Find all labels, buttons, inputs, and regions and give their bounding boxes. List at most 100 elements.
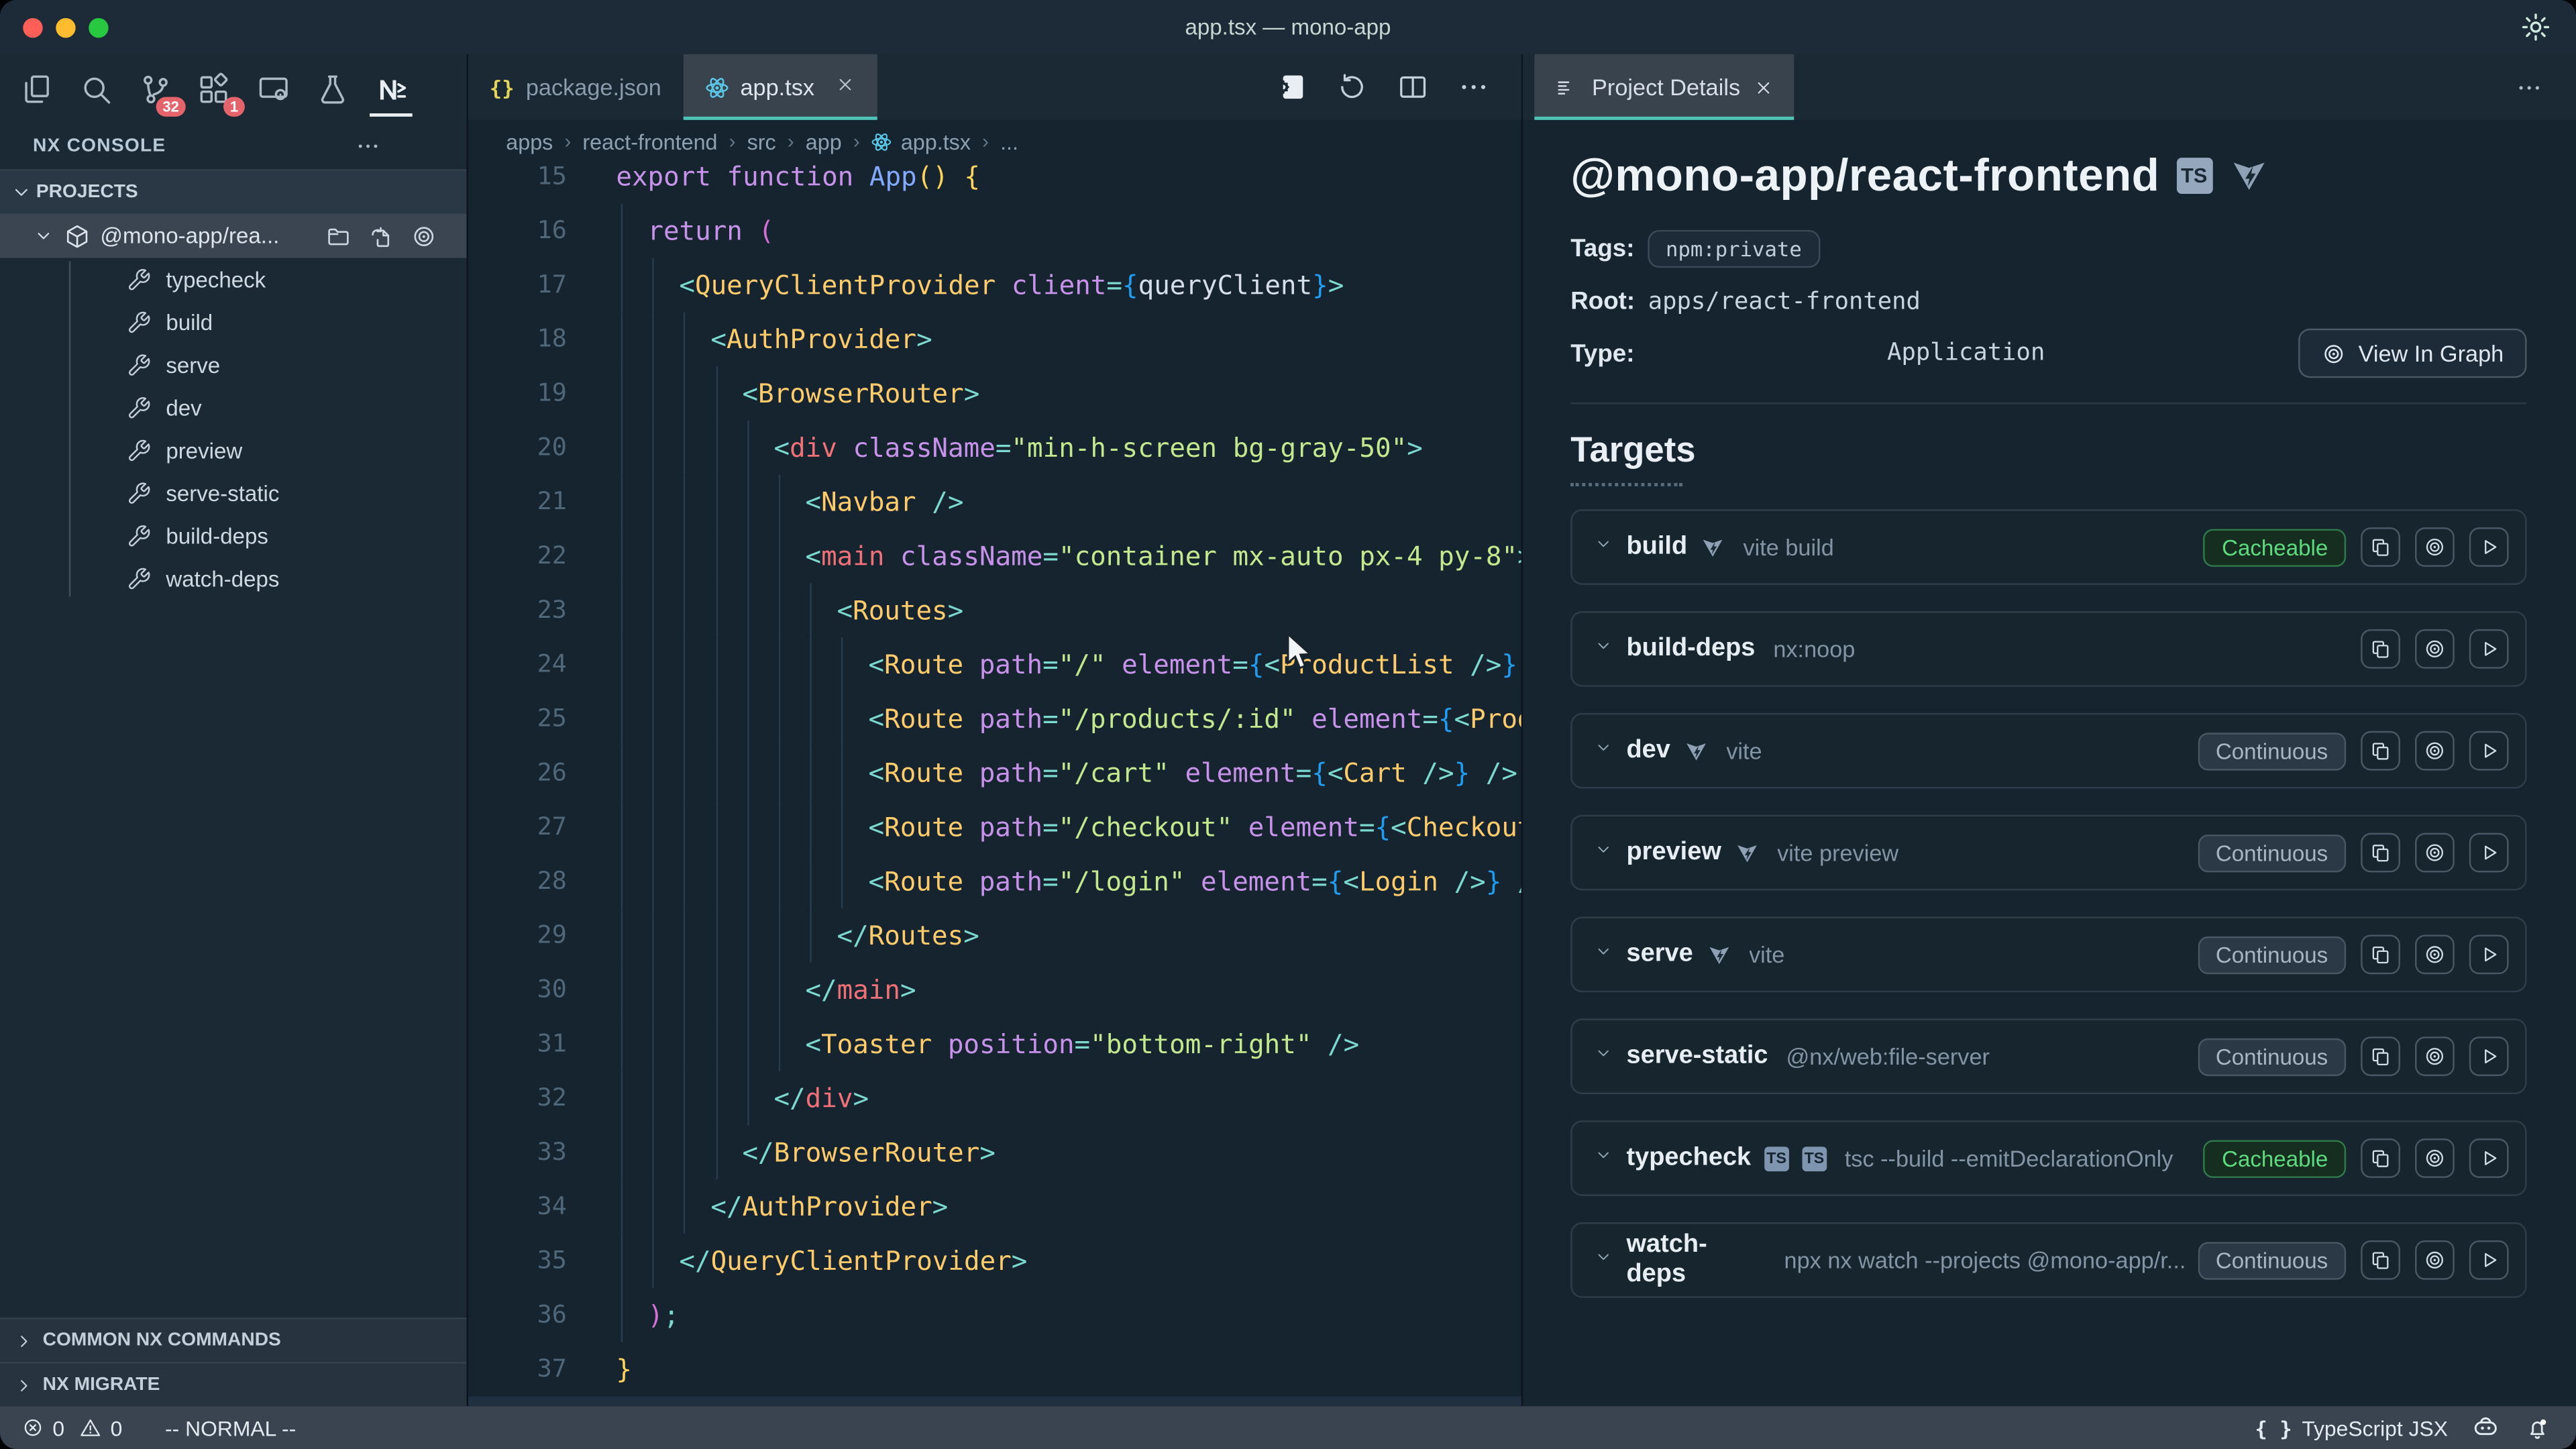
- code-line-22: 22<main className="container mx-auto px-…: [468, 529, 1521, 584]
- copy-button[interactable]: [2361, 934, 2400, 974]
- open-settings-editor-icon[interactable]: [1275, 70, 1307, 103]
- meta-row-root: Root:apps/react-frontend: [1570, 288, 2526, 316]
- code-editor[interactable]: 15export function App() {16return (17<Qu…: [468, 162, 1521, 1406]
- copy-button[interactable]: [2361, 833, 2400, 873]
- copy-icon: [2369, 637, 2392, 660]
- breadcrumb-item-...[interactable]: ...: [1000, 129, 1018, 154]
- activity-testing-button[interactable]: [312, 64, 352, 113]
- expand-chevron[interactable]: [1594, 838, 1613, 867]
- breadcrumb-item-react-frontend[interactable]: react-frontend: [582, 129, 717, 154]
- line-number: 15: [468, 162, 616, 203]
- section-common-nx-commands[interactable]: COMMON NX COMMANDS: [0, 1318, 467, 1362]
- line-text: return (: [647, 204, 774, 258]
- play-button[interactable]: [2469, 1036, 2509, 1076]
- copy-button[interactable]: [2361, 731, 2400, 771]
- play-button[interactable]: [2469, 1240, 2509, 1280]
- activity-search-button[interactable]: [76, 64, 115, 113]
- copy-button[interactable]: [2361, 1036, 2400, 1076]
- play-button[interactable]: [2469, 527, 2509, 567]
- close-icon[interactable]: [1754, 76, 1775, 98]
- target-button[interactable]: [2415, 934, 2455, 974]
- more-icon[interactable]: [1457, 70, 1490, 103]
- project-row[interactable]: @mono-app/rea...: [0, 213, 467, 258]
- line-text: <main className="container mx-auto px-4 …: [805, 529, 1521, 584]
- target-actions: Cacheable: [2204, 527, 2508, 567]
- tab-package.json[interactable]: {}package.json: [468, 54, 683, 120]
- play-button[interactable]: [2469, 833, 2509, 873]
- target-icon[interactable]: [411, 223, 437, 249]
- code-line-33: 33</BrowserRouter>: [468, 1126, 1521, 1180]
- tab-project-details[interactable]: Project Details: [1534, 54, 1794, 120]
- target-button[interactable]: [2415, 731, 2455, 771]
- more-actions-icon[interactable]: [2515, 74, 2543, 102]
- indent-guide: [747, 583, 749, 637]
- play-button[interactable]: [2469, 934, 2509, 974]
- play-button[interactable]: [2469, 731, 2509, 771]
- line-text: <BrowserRouter>: [742, 366, 979, 421]
- copy-icon: [2369, 739, 2392, 762]
- view-in-graph-button[interactable]: View In Graph: [2298, 329, 2527, 378]
- projects-section-header[interactable]: PROJECTS: [0, 169, 467, 213]
- code-line-18: 18<AuthProvider>: [468, 312, 1521, 366]
- chevron-down-icon: [33, 225, 54, 247]
- expand-chevron[interactable]: [1594, 1143, 1613, 1173]
- target-button[interactable]: [2415, 833, 2455, 873]
- indent-guide: [653, 583, 654, 637]
- copy-button[interactable]: [2361, 1138, 2400, 1178]
- activity-nx-console-button[interactable]: [371, 64, 411, 113]
- indent-guide: [653, 366, 654, 421]
- activity-source-control-button[interactable]: 32: [135, 64, 174, 113]
- expand-chevron[interactable]: [1594, 940, 1613, 969]
- target-button[interactable]: [2415, 629, 2455, 669]
- tabs: {}package.jsonapp.tsx: [468, 54, 877, 120]
- line-content: [616, 1397, 1521, 1407]
- target-button[interactable]: [2415, 1138, 2455, 1178]
- target-button[interactable]: [2415, 1240, 2455, 1280]
- problems-indicator[interactable]: 0 0: [0, 1415, 122, 1440]
- settings-gear-icon[interactable]: [2518, 10, 2553, 44]
- file-refresh-icon[interactable]: [368, 223, 394, 249]
- expand-chevron[interactable]: [1594, 1245, 1613, 1275]
- expand-chevron[interactable]: [1594, 1042, 1613, 1071]
- copy-button[interactable]: [2361, 1240, 2400, 1280]
- indent-guide: [653, 637, 654, 692]
- refresh-icon[interactable]: [1336, 70, 1368, 103]
- tab-close-button[interactable]: [834, 74, 855, 100]
- play-button[interactable]: [2469, 1138, 2509, 1178]
- breadcrumb-item-app.tsx[interactable]: app.tsx: [871, 129, 971, 154]
- target-name: typecheck: [1626, 1143, 1751, 1173]
- indent-guide: [716, 1017, 717, 1071]
- copy-button[interactable]: [2361, 527, 2400, 567]
- indent-guide: [684, 854, 686, 908]
- line-text: <QueryClientProvider client={queryClient…: [679, 258, 1344, 312]
- bell-notification-icon[interactable]: [2524, 1413, 2552, 1442]
- copilot-icon[interactable]: [2471, 1413, 2500, 1442]
- activity-remote-explorer-button[interactable]: [253, 64, 292, 113]
- react-icon: [871, 131, 893, 152]
- expand-chevron[interactable]: [1594, 634, 1613, 663]
- activity-explorer-button[interactable]: [16, 64, 56, 113]
- wrench-icon: [127, 310, 152, 335]
- split-editor-icon[interactable]: [1397, 70, 1430, 103]
- target-card-dev: devviteContinuous: [1570, 713, 2526, 789]
- expand-chevron[interactable]: [1594, 736, 1613, 765]
- target-button[interactable]: [2415, 1036, 2455, 1076]
- vite-icon: [1701, 535, 1725, 559]
- line-content: <Route path="/products/:id" element={<Pr…: [616, 692, 1521, 746]
- copy-button[interactable]: [2361, 629, 2400, 669]
- activity-extensions-button[interactable]: 1: [194, 64, 233, 113]
- indent-guide: [810, 692, 812, 746]
- breadcrumb-item-apps[interactable]: apps: [506, 129, 553, 154]
- play-button[interactable]: [2469, 629, 2509, 669]
- breadcrumb-item-src[interactable]: src: [747, 129, 776, 154]
- tab-app.tsx[interactable]: app.tsx: [683, 54, 877, 120]
- activity-bar: 32 1: [0, 54, 467, 123]
- folder-icon[interactable]: [325, 223, 352, 249]
- expand-chevron[interactable]: [1594, 532, 1613, 561]
- target-label: preview: [166, 438, 242, 463]
- target-button[interactable]: [2415, 527, 2455, 567]
- chevron-right-icon: [13, 1330, 35, 1351]
- section-nx-migrate[interactable]: NX MIGRATE: [0, 1362, 467, 1406]
- language-selector[interactable]: { } TypeScript JSX: [2255, 1415, 2448, 1440]
- breadcrumb-item-app[interactable]: app: [806, 129, 842, 154]
